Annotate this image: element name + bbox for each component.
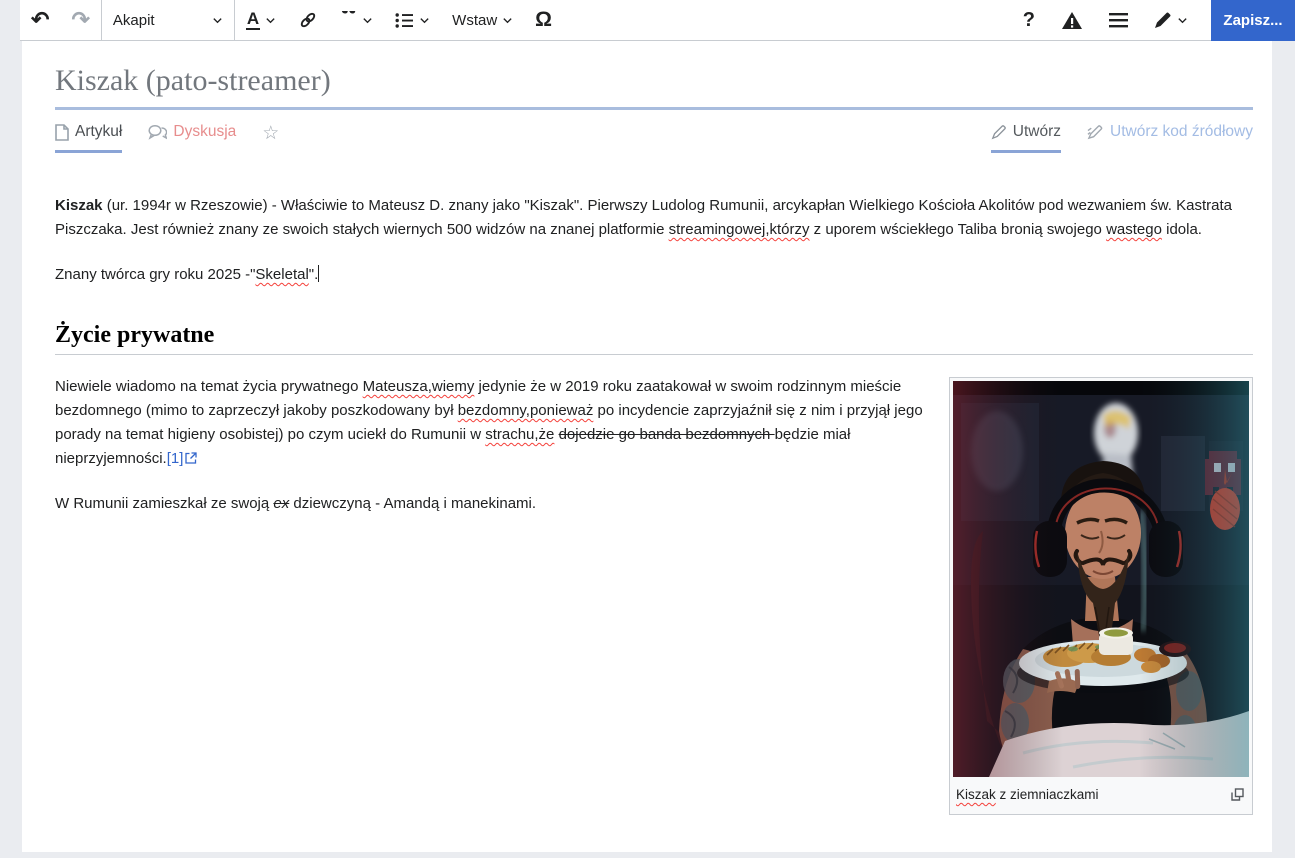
link-icon [300,12,316,28]
chevron-down-icon [266,17,275,23]
tab-article[interactable]: Artykuł [55,123,123,153]
paragraph-text: W Rumunii zamieszkał ze swoją [55,495,274,512]
page-title[interactable]: Kiszak (pato-streamer) [55,64,1253,110]
reference-link[interactable]: [1] [167,450,184,467]
paragraph-text: Znany twórca gry roku 2025 -" [55,266,256,283]
notices-button[interactable] [1048,0,1096,40]
list-button[interactable] [384,0,441,40]
talk-bubbles-icon [148,124,168,140]
tab-discussion-label: Dyskusja [173,123,237,140]
chevron-down-icon [503,17,512,23]
bullet-list-icon [395,12,414,28]
lead-text: z uporem wściekłego Taliba bronią swojeg… [809,221,1107,238]
misspelled-word: Skeletal [255,266,309,283]
misspelled-word: streamingowej,którzy [668,221,810,238]
redo-icon: ↷ [71,7,90,32]
wikitext-pencil-icon [1087,125,1103,140]
tab-create-label: Utwórz [1012,123,1061,140]
kiszak-photo [953,381,1249,777]
redo-button[interactable]: ↷ [60,0,100,40]
watch-star-icon[interactable]: ☆ [262,123,279,143]
caption-text: Kiszak z ziemniaczkami [956,787,1099,802]
visual-editor-window: ↶ ↷ Akapit A Wstaw Ω ? Zapisz... Kiszak … [0,0,1295,858]
document-content[interactable]: Kiszak (ur. 1994r w Rzeszowie) - Właściw… [55,194,1253,815]
misspelled-word: wastego [1106,221,1162,238]
misspelled-word: strachu,że [485,426,555,443]
expand-thumbnail-button[interactable] [1229,786,1246,806]
text-cursor [318,265,320,282]
warning-icon [1062,11,1082,29]
pencil-icon [1155,12,1171,28]
section-heading[interactable]: Życie prywatne [55,323,1253,355]
edit-pencil-icon [991,125,1006,140]
misspelled-word: Kiszak [956,787,996,802]
paragraph-text: dziewczyną - Amandą i manekinami. [289,495,537,512]
struck-italic-text: ex [273,495,290,512]
text-style-icon: A [245,9,261,31]
external-link-icon [185,452,198,464]
page-tabs: Artykuł Dyskusja ☆ Utwórz Utwórz kod źró… [55,123,1253,159]
text-style-button[interactable]: A [235,0,287,40]
struck-text: dojedzie go banda bezdomnych [558,426,775,443]
toolbar-right-group: ? Zapisz... [1010,0,1295,41]
article-thumbnail[interactable]: Kiszak z ziemniaczkami [949,377,1253,815]
expand-icon [1231,788,1244,801]
paragraph-format-dropdown[interactable]: Akapit [102,0,234,40]
quote-icon: “ [340,11,357,29]
editor-toolbar: ↶ ↷ Akapit A Wstaw Ω ? Zapisz... [20,0,1295,41]
tab-create[interactable]: Utwórz [990,123,1061,153]
help-button[interactable]: ? [1010,0,1048,40]
undo-icon: ↶ [31,7,50,32]
paragraph-text: ". [308,266,319,283]
paragraph-format-value: Akapit [112,11,155,29]
second-paragraph[interactable]: Znany twórca gry roku 2025 -"Skeletal". [55,263,1253,287]
editor-mode-switch[interactable] [1141,0,1201,40]
link-button[interactable] [287,0,329,40]
chevron-down-icon [363,17,372,23]
toolbar-left-group: ↶ ↷ Akapit A Wstaw Ω [20,0,563,40]
subject-bold: Kiszak [55,197,103,214]
special-character-button[interactable]: Ω [524,0,563,40]
chevron-down-icon [213,17,222,23]
article-page-icon [55,123,69,141]
insert-menu-label: Wstaw [452,11,498,29]
tab-article-label: Artykuł [75,123,123,140]
edit-surface: Kiszak (pato-streamer) Artykuł Dyskusja … [22,41,1272,852]
help-icon: ? [1022,8,1035,31]
page-options-button[interactable] [1096,0,1141,40]
lead-text: idola. [1161,221,1202,238]
omega-icon: Ω [535,8,552,31]
insert-menu-button[interactable]: Wstaw [441,0,524,40]
thumbnail-caption: Kiszak z ziemniaczkami [953,777,1249,811]
tab-create-source-label: Utwórz kod źródłowy [1110,123,1253,140]
undo-button[interactable]: ↶ [20,0,60,40]
hamburger-menu-icon [1109,12,1128,27]
chevron-down-icon [1178,17,1187,23]
tab-discussion[interactable]: Dyskusja [148,123,236,150]
quote-button[interactable]: “ [329,0,384,40]
save-button[interactable]: Zapisz... [1211,0,1295,41]
paragraph-text: Niewiele wiadomo na temat życia prywatne… [55,378,363,395]
misspelled-word: bezdomny,ponieważ [457,402,594,419]
misspelled-word: Mateusza,wiemy [362,378,475,395]
tab-create-source[interactable]: Utwórz kod źródłowy [1087,123,1253,150]
lead-paragraph[interactable]: Kiszak (ur. 1994r w Rzeszowie) - Właściw… [55,194,1253,242]
chevron-down-icon [420,17,429,23]
